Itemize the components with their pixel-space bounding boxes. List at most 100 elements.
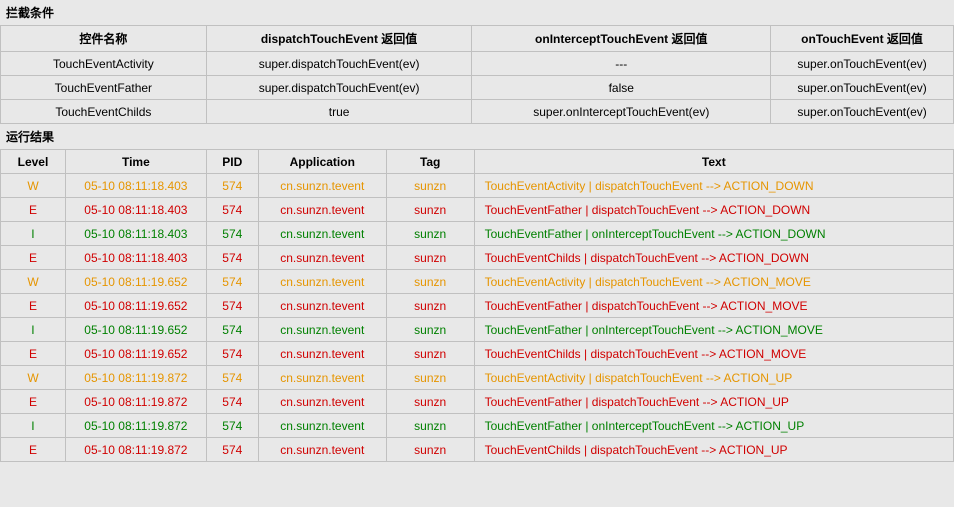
cell-intercept: --- <box>472 52 771 76</box>
cell-tag: sunzn <box>386 270 474 294</box>
cell-intercept: super.onInterceptTouchEvent(ev) <box>472 100 771 124</box>
cell-app: cn.sunzn.tevent <box>258 246 386 270</box>
cell-pid: 574 <box>206 438 258 462</box>
results-title: 运行结果 <box>0 124 954 149</box>
cell-touch: super.onTouchEvent(ev) <box>771 52 954 76</box>
cell-text: TouchEventActivity | dispatchTouchEvent … <box>474 174 953 198</box>
cell-tag: sunzn <box>386 318 474 342</box>
log-row: E05-10 08:11:19.872574cn.sunzn.teventsun… <box>1 438 954 462</box>
cell-pid: 574 <box>206 198 258 222</box>
cell-level: W <box>1 174 66 198</box>
col-pid: PID <box>206 150 258 174</box>
cell-text: TouchEventChilds | dispatchTouchEvent --… <box>474 342 953 366</box>
cell-tag: sunzn <box>386 246 474 270</box>
cell-text: TouchEventFather | onInterceptTouchEvent… <box>474 414 953 438</box>
cell-app: cn.sunzn.tevent <box>258 198 386 222</box>
cell-time: 05-10 08:11:19.652 <box>65 294 206 318</box>
log-table: Level Time PID Application Tag Text W05-… <box>0 149 954 462</box>
conditions-table: 控件名称 dispatchTouchEvent 返回值 onInterceptT… <box>0 25 954 124</box>
conditions-title: 拦截条件 <box>0 0 954 25</box>
cell-app: cn.sunzn.tevent <box>258 270 386 294</box>
col-dispatch: dispatchTouchEvent 返回值 <box>206 26 472 52</box>
cell-name: TouchEventActivity <box>1 52 207 76</box>
log-row: E05-10 08:11:19.652574cn.sunzn.teventsun… <box>1 294 954 318</box>
log-row: I05-10 08:11:18.403574cn.sunzn.teventsun… <box>1 222 954 246</box>
cell-time: 05-10 08:11:19.872 <box>65 414 206 438</box>
cell-level: E <box>1 342 66 366</box>
cell-text: TouchEventActivity | dispatchTouchEvent … <box>474 366 953 390</box>
cell-app: cn.sunzn.tevent <box>258 366 386 390</box>
condition-row: TouchEventFathersuper.dispatchTouchEvent… <box>1 76 954 100</box>
cell-tag: sunzn <box>386 294 474 318</box>
cell-tag: sunzn <box>386 438 474 462</box>
cell-name: TouchEventFather <box>1 76 207 100</box>
cell-app: cn.sunzn.tevent <box>258 342 386 366</box>
cell-text: TouchEventActivity | dispatchTouchEvent … <box>474 270 953 294</box>
cell-tag: sunzn <box>386 366 474 390</box>
cell-pid: 574 <box>206 222 258 246</box>
col-name: 控件名称 <box>1 26 207 52</box>
col-app: Application <box>258 150 386 174</box>
cell-time: 05-10 08:11:19.872 <box>65 366 206 390</box>
col-level: Level <box>1 150 66 174</box>
cell-tag: sunzn <box>386 174 474 198</box>
cell-touch: super.onTouchEvent(ev) <box>771 100 954 124</box>
cell-text: TouchEventFather | dispatchTouchEvent --… <box>474 198 953 222</box>
col-intercept: onInterceptTouchEvent 返回值 <box>472 26 771 52</box>
conditions-header-row: 控件名称 dispatchTouchEvent 返回值 onInterceptT… <box>1 26 954 52</box>
cell-level: E <box>1 246 66 270</box>
cell-app: cn.sunzn.tevent <box>258 390 386 414</box>
cell-touch: super.onTouchEvent(ev) <box>771 76 954 100</box>
cell-text: TouchEventFather | onInterceptTouchEvent… <box>474 318 953 342</box>
cell-dispatch: super.dispatchTouchEvent(ev) <box>206 76 472 100</box>
col-tag: Tag <box>386 150 474 174</box>
log-row: I05-10 08:11:19.872574cn.sunzn.teventsun… <box>1 414 954 438</box>
cell-time: 05-10 08:11:19.872 <box>65 390 206 414</box>
cell-app: cn.sunzn.tevent <box>258 294 386 318</box>
cell-pid: 574 <box>206 294 258 318</box>
cell-pid: 574 <box>206 270 258 294</box>
cell-level: I <box>1 222 66 246</box>
log-row: W05-10 08:11:18.403574cn.sunzn.teventsun… <box>1 174 954 198</box>
cell-text: TouchEventChilds | dispatchTouchEvent --… <box>474 438 953 462</box>
cell-app: cn.sunzn.tevent <box>258 222 386 246</box>
col-touch: onTouchEvent 返回值 <box>771 26 954 52</box>
cell-time: 05-10 08:11:19.652 <box>65 342 206 366</box>
cell-pid: 574 <box>206 342 258 366</box>
log-row: E05-10 08:11:18.403574cn.sunzn.teventsun… <box>1 246 954 270</box>
cell-level: W <box>1 270 66 294</box>
log-row: I05-10 08:11:19.652574cn.sunzn.teventsun… <box>1 318 954 342</box>
cell-level: W <box>1 366 66 390</box>
cell-app: cn.sunzn.tevent <box>258 174 386 198</box>
log-row: E05-10 08:11:19.872574cn.sunzn.teventsun… <box>1 390 954 414</box>
log-row: E05-10 08:11:19.652574cn.sunzn.teventsun… <box>1 342 954 366</box>
cell-tag: sunzn <box>386 342 474 366</box>
cell-dispatch: super.dispatchTouchEvent(ev) <box>206 52 472 76</box>
cell-name: TouchEventChilds <box>1 100 207 124</box>
condition-row: TouchEventChildstruesuper.onInterceptTou… <box>1 100 954 124</box>
cell-pid: 574 <box>206 174 258 198</box>
cell-pid: 574 <box>206 318 258 342</box>
cell-app: cn.sunzn.tevent <box>258 414 386 438</box>
cell-pid: 574 <box>206 390 258 414</box>
cell-text: TouchEventChilds | dispatchTouchEvent --… <box>474 246 953 270</box>
condition-row: TouchEventActivitysuper.dispatchTouchEve… <box>1 52 954 76</box>
cell-time: 05-10 08:11:18.403 <box>65 198 206 222</box>
log-header-row: Level Time PID Application Tag Text <box>1 150 954 174</box>
log-row: W05-10 08:11:19.872574cn.sunzn.teventsun… <box>1 366 954 390</box>
cell-level: E <box>1 294 66 318</box>
cell-time: 05-10 08:11:19.652 <box>65 318 206 342</box>
cell-time: 05-10 08:11:19.872 <box>65 438 206 462</box>
cell-tag: sunzn <box>386 222 474 246</box>
cell-time: 05-10 08:11:18.403 <box>65 222 206 246</box>
cell-text: TouchEventFather | dispatchTouchEvent --… <box>474 390 953 414</box>
col-time: Time <box>65 150 206 174</box>
cell-pid: 574 <box>206 366 258 390</box>
cell-text: TouchEventFather | onInterceptTouchEvent… <box>474 222 953 246</box>
log-row: W05-10 08:11:19.652574cn.sunzn.teventsun… <box>1 270 954 294</box>
cell-app: cn.sunzn.tevent <box>258 438 386 462</box>
cell-dispatch: true <box>206 100 472 124</box>
cell-level: E <box>1 198 66 222</box>
cell-pid: 574 <box>206 246 258 270</box>
col-text: Text <box>474 150 953 174</box>
